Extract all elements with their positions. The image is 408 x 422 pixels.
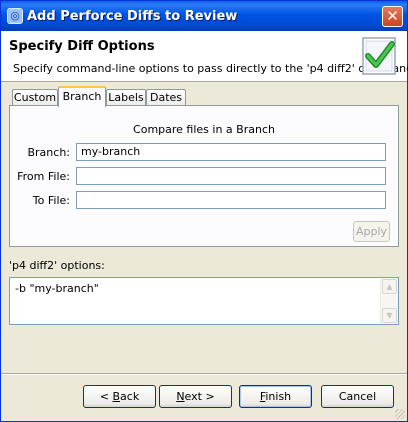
app-icon: ◎ xyxy=(7,8,23,24)
next-suffix: ext > xyxy=(184,390,215,403)
panel-caption: Compare files in a Branch xyxy=(133,123,275,136)
back-prefix: < xyxy=(99,390,113,403)
apply-button[interactable]: Apply xyxy=(353,221,390,242)
back-button[interactable]: < Back xyxy=(83,385,156,408)
finish-button[interactable]: Finish xyxy=(239,385,312,408)
tab-labels[interactable]: Labels xyxy=(106,89,146,106)
next-button[interactable]: Next > xyxy=(159,385,232,408)
button-separator xyxy=(1,373,407,375)
branch-tab-panel: Compare files in a Branch Branch: my-bra… xyxy=(9,105,399,247)
finish-suffix: inish xyxy=(265,390,292,403)
scroll-up-icon[interactable]: ▲ xyxy=(382,279,397,294)
scroll-down-icon[interactable]: ▼ xyxy=(382,308,397,323)
back-suffix: ack xyxy=(120,390,140,403)
wizard-header: Specify Diff Options Specify command-lin… xyxy=(1,31,408,82)
branch-label: Branch: xyxy=(27,146,70,159)
cancel-button[interactable]: Cancel xyxy=(321,385,394,408)
options-textarea[interactable]: -b "my-branch" ▲ ▼ xyxy=(9,277,399,325)
tab-custom[interactable]: Custom xyxy=(12,89,58,106)
options-label: 'p4 diff2' options: xyxy=(9,259,105,272)
window-title: Add Perforce Diffs to Review xyxy=(27,9,238,24)
back-mnemonic: B xyxy=(112,390,121,403)
dialog-window: ◎ Add Perforce Diffs to Review ✕ Specify… xyxy=(0,0,408,422)
checkmark-icon xyxy=(362,37,396,75)
from-file-field[interactable] xyxy=(76,167,386,185)
branch-field[interactable]: my-branch xyxy=(76,143,386,161)
to-file-label: To File: xyxy=(32,194,70,207)
tab-branch[interactable]: Branch xyxy=(58,86,106,107)
tab-dates[interactable]: Dates xyxy=(146,89,186,106)
close-button[interactable]: ✕ xyxy=(382,6,403,27)
resize-grip[interactable] xyxy=(395,409,405,419)
page-title: Specify Diff Options xyxy=(9,39,155,54)
title-bar[interactable]: ◎ Add Perforce Diffs to Review ✕ xyxy=(1,1,407,31)
from-file-label: From File: xyxy=(17,170,70,183)
options-scrollbar[interactable]: ▲ ▼ xyxy=(380,278,398,324)
options-text: -b "my-branch" xyxy=(15,282,99,295)
page-description: Specify command-line options to pass dir… xyxy=(13,62,408,75)
next-mnemonic: N xyxy=(176,390,185,403)
to-file-field[interactable] xyxy=(76,191,386,209)
